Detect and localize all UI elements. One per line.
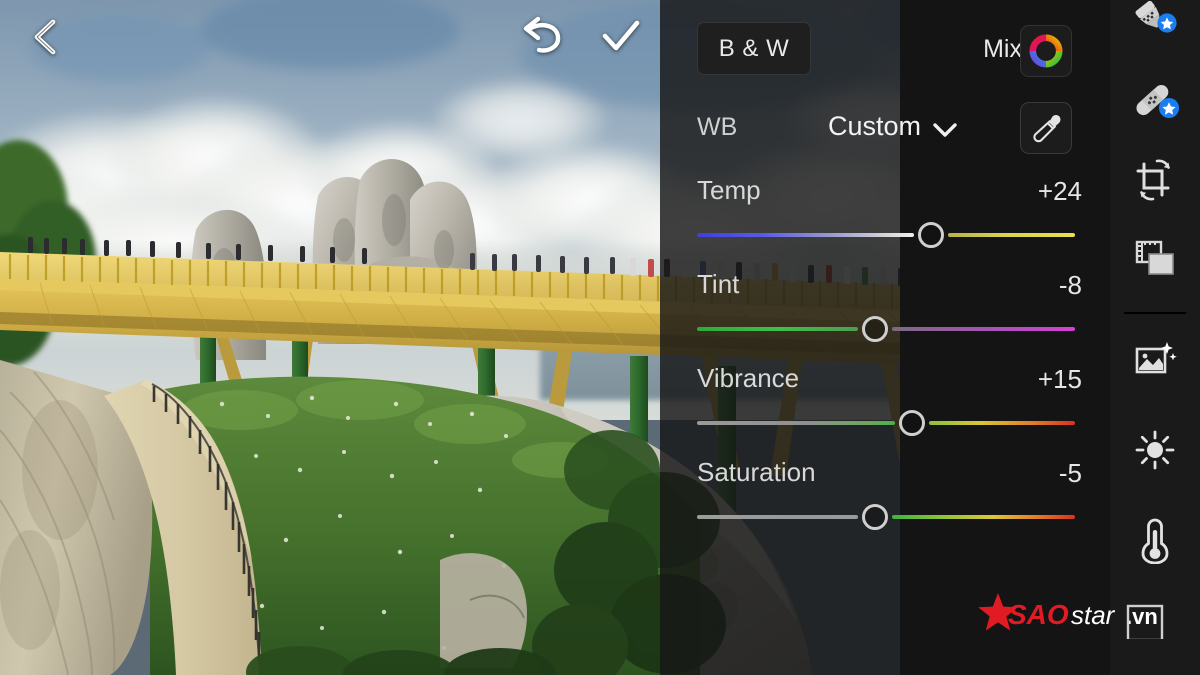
slider-track-right (948, 233, 1075, 237)
slider-thumb[interactable] (918, 222, 945, 248)
slider-track-left (697, 233, 915, 237)
wb-preset-select[interactable]: Custom (828, 111, 921, 142)
slider-thumb[interactable] (899, 410, 926, 436)
chevron-down-icon (933, 123, 957, 137)
rail-divider (1124, 312, 1186, 314)
slider-label: Saturation (697, 457, 816, 487)
slider-track-area[interactable] (697, 504, 1075, 530)
chevron-left-icon (34, 19, 56, 55)
slider-value: -5 (1058, 458, 1082, 488)
bw-toggle-button[interactable]: B & W (697, 22, 811, 75)
tool-healing-brush[interactable] (1110, 74, 1200, 130)
tool-rail (1110, 0, 1200, 675)
presets-icon (1135, 240, 1174, 275)
sun-icon (1135, 430, 1175, 470)
slider-track-area[interactable] (697, 410, 1075, 436)
slider-value: +15 (1037, 364, 1082, 394)
slider-track-right (891, 327, 1075, 331)
slider-track-right (891, 515, 1075, 519)
crop-rotate-icon (1136, 159, 1170, 201)
slider-vibrance[interactable]: Vibrance +15 (660, 363, 1110, 457)
confirm-button[interactable] (596, 14, 646, 60)
color-mix-button[interactable] (1020, 25, 1072, 77)
slider-track-right (929, 421, 1075, 425)
slider-track-left (697, 421, 896, 425)
eyedropper-icon (1033, 115, 1061, 143)
color-edit-panel: B & W Mix WB Custom Temp +24 Tint -8 Vib… (660, 0, 1110, 675)
wb-dropdown-toggle[interactable] (932, 121, 958, 139)
panel-content: B & W Mix WB Custom Temp +24 Tint -8 Vib… (660, 0, 1110, 675)
undo-arrow-icon (523, 16, 561, 53)
tool-crop-rotate[interactable] (1110, 152, 1200, 208)
slider-track-left (697, 515, 858, 519)
tool-selective-brush[interactable] (1110, 0, 1200, 52)
slider-track-area[interactable] (697, 316, 1075, 342)
tool-color[interactable] (1110, 512, 1200, 568)
tool-effects[interactable] (1110, 332, 1200, 388)
slider-thumb[interactable] (861, 316, 888, 342)
slider-temp[interactable]: Temp +24 (660, 175, 1110, 269)
wb-label: WB (697, 113, 738, 141)
slider-value: +24 (1037, 176, 1082, 206)
auto-enhance-icon (1135, 342, 1177, 374)
mix-label: Mix (983, 35, 1022, 63)
slider-track-left (697, 327, 858, 331)
back-button[interactable] (22, 14, 68, 60)
tool-light[interactable] (1110, 422, 1200, 478)
selective-brush-icon (1135, 1, 1177, 33)
slider-saturation[interactable]: Saturation -5 (660, 457, 1110, 551)
slider-label: Tint (697, 269, 740, 299)
slider-thumb[interactable] (861, 504, 888, 530)
slider-value: -8 (1058, 270, 1082, 300)
undo-button[interactable] (514, 14, 566, 60)
checkmark-icon (602, 20, 640, 51)
photo-editor-app: B & W Mix WB Custom Temp +24 Tint -8 Vib… (0, 0, 1200, 675)
slider-tint[interactable]: Tint -8 (660, 269, 1110, 363)
bw-mix-row: B & W Mix (660, 22, 1110, 77)
slider-track-area[interactable] (697, 222, 1075, 248)
tool-presets[interactable] (1110, 230, 1200, 286)
eyedropper-button[interactable] (1020, 102, 1072, 154)
healing-brush-icon (1136, 85, 1179, 118)
slider-label: Vibrance (697, 363, 800, 393)
white-balance-row: WB Custom (660, 100, 1110, 160)
thermometer-icon (1141, 518, 1169, 564)
color-wheel-icon (1029, 34, 1063, 68)
slider-label: Temp (697, 175, 761, 205)
